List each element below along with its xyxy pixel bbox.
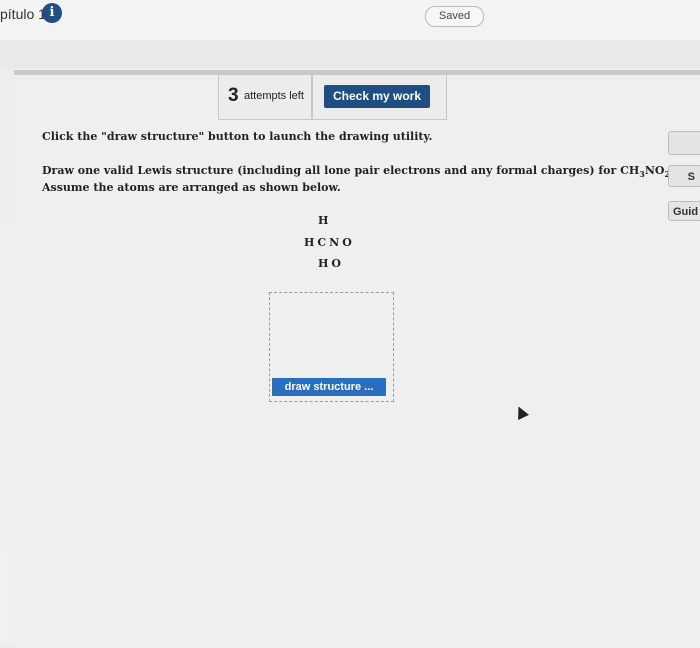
- atom-row-1: H: [318, 214, 332, 227]
- formula-c: CH: [620, 164, 640, 177]
- guide-button[interactable]: Guid: [668, 201, 700, 221]
- attempts-count: 3: [228, 85, 239, 106]
- top-bar: pítulo 1 i Saved: [0, 0, 700, 40]
- check-work-container: Check my work: [312, 74, 447, 120]
- check-my-work-button[interactable]: Check my work: [324, 85, 430, 108]
- atom-row-2: HCNO: [304, 236, 355, 249]
- instruction-draw: Draw one valid Lewis structure (includin…: [42, 164, 674, 179]
- header-band: [0, 40, 700, 68]
- instruction-arrangement: Assume the atoms are arranged as shown b…: [42, 181, 341, 194]
- saved-status-badge: Saved: [425, 6, 484, 27]
- attempts-counter: 3 attempts left: [218, 74, 312, 120]
- formula-no: NO: [644, 164, 665, 177]
- atom-row-3: HO: [318, 257, 344, 270]
- instruction-draw-text: Draw one valid Lewis structure (includin…: [42, 164, 621, 177]
- instruction-launch: Click the "draw structure" button to lau…: [42, 130, 433, 143]
- side-button-2[interactable]: S: [668, 165, 700, 187]
- attempts-label: attempts left: [244, 90, 304, 102]
- chapter-title: pítulo 1: [0, 6, 46, 22]
- side-button-1[interactable]: [668, 131, 700, 155]
- info-icon[interactable]: i: [42, 3, 62, 23]
- draw-structure-button[interactable]: draw structure ...: [272, 378, 386, 396]
